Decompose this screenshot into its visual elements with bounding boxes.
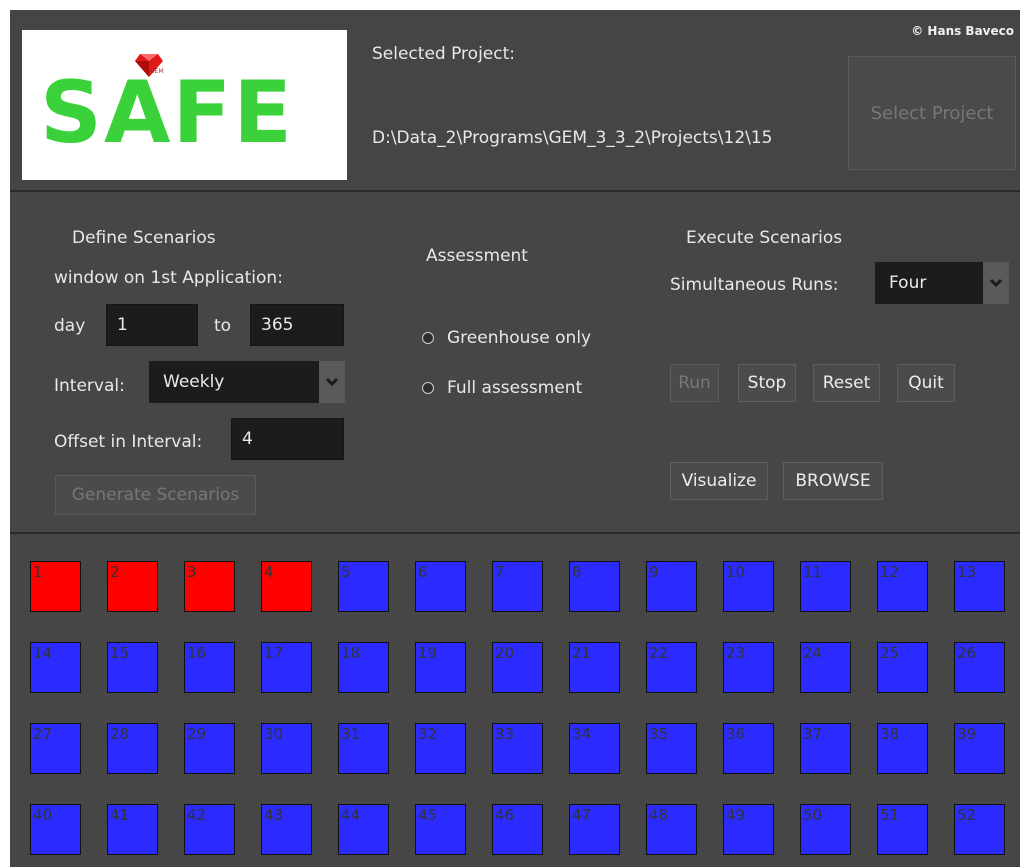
day-to-input[interactable]: 365 xyxy=(250,304,344,346)
to-label: to xyxy=(214,316,232,336)
scenario-cell-7[interactable]: 7 xyxy=(492,561,543,612)
scenario-cell-6[interactable]: 6 xyxy=(415,561,466,612)
selected-project-label: Selected Project: xyxy=(372,44,515,64)
settings-panel: Define Scenarios window on 1st Applicati… xyxy=(10,192,1020,534)
scenario-cell-15[interactable]: 15 xyxy=(107,642,158,693)
browse-button[interactable]: BROWSE xyxy=(783,462,883,500)
scenario-cell-30[interactable]: 30 xyxy=(261,723,312,774)
scenario-cell-26[interactable]: 26 xyxy=(954,642,1005,693)
full-assessment-label: Full assessment xyxy=(447,378,583,398)
scenario-cell-41[interactable]: 41 xyxy=(107,804,158,855)
scenario-cell-38[interactable]: 38 xyxy=(877,723,928,774)
scenario-cell-50[interactable]: 50 xyxy=(800,804,851,855)
select-project-button[interactable]: Select Project xyxy=(848,56,1016,170)
define-scenarios-title: Define Scenarios xyxy=(72,228,216,248)
scenario-cell-35[interactable]: 35 xyxy=(646,723,697,774)
scenario-cell-17[interactable]: 17 xyxy=(261,642,312,693)
day-from-input[interactable]: 1 xyxy=(106,304,198,346)
scenario-cell-52[interactable]: 52 xyxy=(954,804,1005,855)
scenario-grid: 1 2 3 4 5 6 7 8 9 10 11 12 13 14 15 16 17 18 19 20 21 22 23 24 2… xyxy=(10,534,1020,867)
stop-button[interactable]: Stop xyxy=(738,364,796,402)
copyright-notice: © Hans Baveco xyxy=(911,24,1014,38)
scenario-cell-46[interactable]: 46 xyxy=(492,804,543,855)
scenario-cell-20[interactable]: 20 xyxy=(492,642,543,693)
scenario-cell-27[interactable]: 27 xyxy=(30,723,81,774)
scenario-cell-14[interactable]: 14 xyxy=(30,642,81,693)
scenario-cell-16[interactable]: 16 xyxy=(184,642,235,693)
scenario-cell-25[interactable]: 25 xyxy=(877,642,928,693)
scenario-cell-34[interactable]: 34 xyxy=(569,723,620,774)
scenario-cell-9[interactable]: 9 xyxy=(646,561,697,612)
radio-full-assessment[interactable] xyxy=(422,382,434,394)
day-label: day xyxy=(54,316,86,336)
scenario-cell-33[interactable]: 33 xyxy=(492,723,543,774)
assessment-title: Assessment xyxy=(426,246,528,266)
offset-input[interactable]: 4 xyxy=(231,418,344,460)
scenario-cell-42[interactable]: 42 xyxy=(184,804,235,855)
reset-button[interactable]: Reset xyxy=(813,364,880,402)
scenario-cell-1[interactable]: 1 xyxy=(30,561,81,612)
generate-scenarios-button[interactable]: Generate Scenarios xyxy=(55,475,256,515)
chevron-down-icon[interactable] xyxy=(983,262,1009,304)
scenario-cell-48[interactable]: 48 xyxy=(646,804,697,855)
scenario-cell-29[interactable]: 29 xyxy=(184,723,235,774)
interval-select[interactable]: Weekly xyxy=(149,361,345,403)
scenario-cell-43[interactable]: 43 xyxy=(261,804,312,855)
execute-scenarios-title: Execute Scenarios xyxy=(686,228,843,248)
scenario-cell-19[interactable]: 19 xyxy=(415,642,466,693)
interval-label: Interval: xyxy=(54,376,125,396)
scenario-cell-10[interactable]: 10 xyxy=(723,561,774,612)
safe-app-window: GEM SAFE © Hans Baveco Selected Project:… xyxy=(10,10,1020,867)
scenario-cell-22[interactable]: 22 xyxy=(646,642,697,693)
simultaneous-runs-value: Four xyxy=(889,273,927,293)
scenario-cell-45[interactable]: 45 xyxy=(415,804,466,855)
interval-value: Weekly xyxy=(163,372,225,392)
project-path: D:\Data_2\Programs\GEM_3_3_2\Projects\12… xyxy=(372,128,773,148)
scenario-cell-5[interactable]: 5 xyxy=(338,561,389,612)
safe-logo: GEM SAFE xyxy=(22,30,347,180)
scenario-cell-28[interactable]: 28 xyxy=(107,723,158,774)
visualize-button[interactable]: Visualize xyxy=(670,462,768,500)
scenario-cell-12[interactable]: 12 xyxy=(877,561,928,612)
scenario-cell-3[interactable]: 3 xyxy=(184,561,235,612)
project-panel: GEM SAFE © Hans Baveco Selected Project:… xyxy=(10,10,1020,192)
scenario-cell-21[interactable]: 21 xyxy=(569,642,620,693)
run-button[interactable]: Run xyxy=(670,364,719,402)
offset-label: Offset in Interval: xyxy=(54,432,203,452)
scenario-cell-47[interactable]: 47 xyxy=(569,804,620,855)
chevron-down-icon[interactable] xyxy=(319,361,345,403)
scenario-cell-11[interactable]: 11 xyxy=(800,561,851,612)
window-label: window on 1st Application: xyxy=(54,268,283,288)
simultaneous-runs-label: Simultaneous Runs: xyxy=(670,275,839,295)
scenario-cell-23[interactable]: 23 xyxy=(723,642,774,693)
scenario-cell-51[interactable]: 51 xyxy=(877,804,928,855)
scenario-cell-37[interactable]: 37 xyxy=(800,723,851,774)
scenario-cell-36[interactable]: 36 xyxy=(723,723,774,774)
scenario-cell-18[interactable]: 18 xyxy=(338,642,389,693)
simultaneous-runs-select[interactable]: Four xyxy=(875,262,1009,304)
scenario-cell-2[interactable]: 2 xyxy=(107,561,158,612)
scenario-cell-44[interactable]: 44 xyxy=(338,804,389,855)
scenario-cell-40[interactable]: 40 xyxy=(30,804,81,855)
scenario-cell-13[interactable]: 13 xyxy=(954,561,1005,612)
scenario-cell-31[interactable]: 31 xyxy=(338,723,389,774)
radio-greenhouse-only[interactable] xyxy=(422,332,434,344)
greenhouse-only-label: Greenhouse only xyxy=(447,328,592,348)
logo-text: SAFE xyxy=(40,63,294,163)
quit-button[interactable]: Quit xyxy=(897,364,955,402)
scenario-cell-49[interactable]: 49 xyxy=(723,804,774,855)
scenario-cell-32[interactable]: 32 xyxy=(415,723,466,774)
scenario-cell-39[interactable]: 39 xyxy=(954,723,1005,774)
scenario-cell-24[interactable]: 24 xyxy=(800,642,851,693)
scenario-cell-4[interactable]: 4 xyxy=(261,561,312,612)
scenario-cell-8[interactable]: 8 xyxy=(569,561,620,612)
